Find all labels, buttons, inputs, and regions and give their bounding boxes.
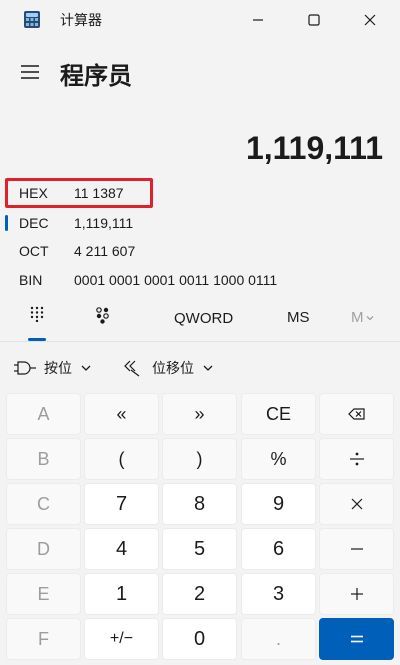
divide-button[interactable] xyxy=(319,438,394,480)
calculator-app-icon xyxy=(24,11,40,28)
bitwise-dropdown[interactable]: 按位 xyxy=(14,354,92,382)
hex-highlight-box xyxy=(5,178,153,208)
radix-label: BIN xyxy=(19,272,43,288)
radix-value: 1,119,111 xyxy=(74,215,134,231)
multiply-button[interactable] xyxy=(319,483,394,525)
subtract-button[interactable] xyxy=(319,528,394,570)
negate-button[interactable]: +/− xyxy=(84,618,159,660)
digit-7-button[interactable]: 7 xyxy=(84,483,159,525)
radix-value: 0001 0001 0001 0011 1000 0111 xyxy=(74,272,278,288)
chevron-down-icon xyxy=(366,316,373,321)
digit-6-button[interactable]: 6 xyxy=(241,528,316,570)
minimize-button[interactable] xyxy=(235,0,281,40)
radix-row-dec[interactable]: DEC 1,119,111 xyxy=(0,209,400,237)
chevron-down-icon xyxy=(81,365,91,371)
multiply-icon xyxy=(351,498,362,510)
divide-icon xyxy=(349,452,364,466)
bitshift-label: 位移位 xyxy=(152,360,194,376)
radix-label: OCT xyxy=(19,243,49,259)
digit-0-button[interactable]: 0 xyxy=(162,618,237,660)
radix-row-oct[interactable]: OCT 4 211 607 xyxy=(0,237,400,265)
equals-icon xyxy=(350,635,363,643)
digit-1-button[interactable]: 1 xyxy=(84,573,159,615)
minimize-icon xyxy=(253,19,263,21)
hex-e-button[interactable]: E xyxy=(6,573,81,615)
close-paren-button[interactable]: ) xyxy=(162,438,237,480)
logic-gate-icon xyxy=(14,361,36,375)
window-title: 计算器 xyxy=(60,12,102,28)
modulo-button[interactable]: % xyxy=(241,438,316,480)
memory-dropdown-label: M xyxy=(351,309,364,326)
plus-icon xyxy=(350,588,363,600)
right-shift-button[interactable]: » xyxy=(162,393,237,435)
digit-5-button[interactable]: 5 xyxy=(162,528,237,570)
close-button[interactable] xyxy=(347,0,393,40)
divider xyxy=(0,341,400,342)
title-bar: 计算器 xyxy=(0,0,400,40)
maximize-button[interactable] xyxy=(291,0,337,40)
hex-f-button[interactable]: F xyxy=(6,618,81,660)
bitwise-label: 按位 xyxy=(44,360,72,376)
open-paren-button[interactable]: ( xyxy=(84,438,159,480)
backspace-button[interactable] xyxy=(319,393,394,435)
bit-shift-icon xyxy=(124,360,140,377)
bitshift-dropdown[interactable]: 位移位 xyxy=(122,354,214,382)
hex-a-button[interactable]: A xyxy=(6,393,81,435)
clear-entry-button[interactable]: CE xyxy=(241,393,316,435)
calculator-window: 计算器 程序员 1,119,111 HEX 11 1387 DEC 1,119,… xyxy=(0,0,400,665)
minus-icon xyxy=(350,548,363,550)
radix-label: DEC xyxy=(19,215,49,231)
left-shift-button[interactable]: « xyxy=(84,393,159,435)
hex-c-button[interactable]: C xyxy=(6,483,81,525)
bit-toggle-icon xyxy=(96,307,109,324)
mode-title: 程序员 xyxy=(60,63,132,90)
keypad-mode-bar: QWORD MS M xyxy=(0,300,400,341)
decimal-button[interactable]: . xyxy=(241,618,316,660)
digit-4-button[interactable]: 4 xyxy=(84,528,159,570)
chevron-down-icon xyxy=(203,365,213,371)
word-size-button[interactable]: QWORD xyxy=(174,310,233,327)
radix-value: 4 211 607 xyxy=(74,243,136,259)
full-keypad-button[interactable] xyxy=(24,306,50,341)
maximize-icon xyxy=(308,14,320,26)
radix-row-bin[interactable]: BIN 0001 0001 0001 0011 1000 0111 xyxy=(0,266,400,294)
hex-b-button[interactable]: B xyxy=(6,438,81,480)
navigation-menu-button[interactable] xyxy=(14,56,46,88)
equals-button[interactable] xyxy=(319,618,394,660)
bit-toggle-keypad-button[interactable] xyxy=(94,306,112,324)
backspace-icon xyxy=(347,408,365,420)
digit-2-button[interactable]: 2 xyxy=(162,573,237,615)
hex-d-button[interactable]: D xyxy=(6,528,81,570)
digit-8-button[interactable]: 8 xyxy=(162,483,237,525)
result-display: 1,119,111 xyxy=(245,130,383,166)
memory-dropdown-button[interactable]: M xyxy=(351,309,375,326)
hamburger-icon xyxy=(21,65,39,79)
memory-store-button[interactable]: MS xyxy=(287,309,310,326)
digit-9-button[interactable]: 9 xyxy=(241,483,316,525)
add-button[interactable] xyxy=(319,573,394,615)
close-icon xyxy=(364,14,376,26)
keypad-grid-icon xyxy=(30,306,44,322)
digit-3-button[interactable]: 3 xyxy=(241,573,316,615)
